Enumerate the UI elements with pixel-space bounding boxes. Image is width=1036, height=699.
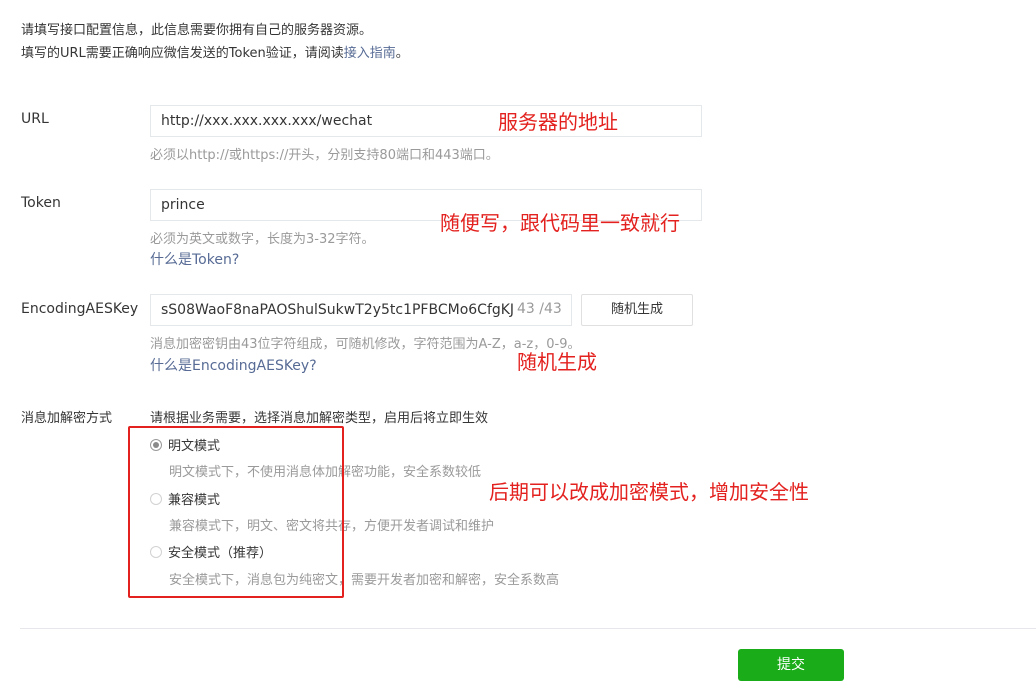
annotation-token: 随便写，跟代码里一致就行 — [440, 211, 680, 235]
intro-line-2: 填写的URL需要正确响应微信发送的Token验证，请阅读接入指南。 — [21, 45, 409, 63]
aes-hint: 消息加密密钥由43位字符组成，可随机修改，字符范围为A-Z，a-z，0-9。 — [150, 337, 581, 352]
encryption-mode-description: 请根据业务需要，选择消息加解密类型，启用后将立即生效 — [150, 411, 489, 426]
url-label: URL — [21, 111, 49, 127]
intro-line-1: 请填写接口配置信息，此信息需要你拥有自己的服务器资源。 — [21, 23, 373, 38]
what-is-aeskey-link[interactable]: 什么是EncodingAESKey? — [150, 355, 317, 375]
encryption-mode-label: 消息加解密方式 — [21, 411, 113, 426]
access-guide-link[interactable]: 接入指南 — [344, 46, 396, 61]
what-is-token-link[interactable]: 什么是Token? — [150, 249, 239, 269]
aes-key-counter: 43 /43 — [515, 301, 562, 317]
annotation-mode: 后期可以改成加密模式，增加安全性 — [489, 480, 809, 504]
submit-button[interactable]: 提交 — [738, 649, 844, 681]
annotation-url: 服务器的地址 — [498, 110, 618, 134]
token-hint: 必须为英文或数字，长度为3-32字符。 — [150, 232, 375, 247]
annotation-highlight-box — [128, 426, 344, 598]
footer-divider — [20, 628, 1036, 629]
intro-line-2-prefix: 填写的URL需要正确响应微信发送的Token验证，请阅读 — [21, 46, 344, 61]
token-label: Token — [21, 195, 61, 211]
random-generate-button[interactable]: 随机生成 — [581, 294, 693, 326]
aes-key-input[interactable]: sS08WaoF8naPAOShulSukwT2y5tc1PFBCMo6CfgK… — [150, 294, 572, 326]
url-input[interactable]: http://xxx.xxx.xxx.xxx/wechat — [150, 105, 702, 137]
annotation-aes: 随机生成 — [517, 350, 597, 374]
aes-label: EncodingAESKey — [21, 301, 139, 317]
url-hint: 必须以http://或https://开头，分别支持80端口和443端口。 — [150, 148, 499, 163]
aes-key-value: sS08WaoF8naPAOShulSukwT2y5tc1PFBCMo6CfgK… — [161, 302, 527, 318]
intro-line-2-suffix: 。 — [395, 46, 409, 61]
